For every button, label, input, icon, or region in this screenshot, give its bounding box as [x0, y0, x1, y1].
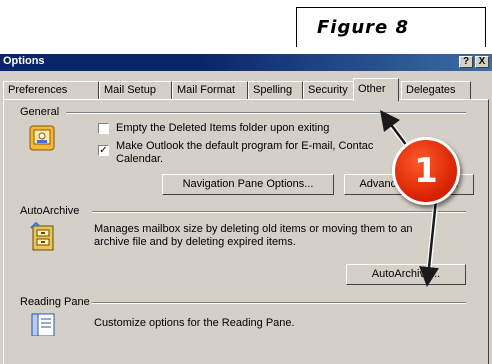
default-program-checkbox[interactable]: ✓ [98, 145, 109, 156]
empty-deleted-label: Empty the Deleted Items folder upon exit… [116, 122, 330, 134]
autoarchive-description-line1: Manages mailbox size by deleting old ite… [94, 223, 413, 235]
tab-strip: Preferences Mail Setup Mail Format Spell… [3, 78, 489, 101]
title-bar[interactable]: Options ? X [0, 54, 492, 71]
general-heading: General [20, 106, 60, 118]
tab-security[interactable]: Security [303, 81, 355, 100]
options-dialog: Options ? X Preferences Mail Setup Mail … [0, 54, 492, 364]
navigation-pane-options-button[interactable]: Navigation Pane Options... [162, 174, 334, 195]
autoarchive-separator [92, 211, 466, 213]
reading-pane-heading: Reading Pane [20, 296, 90, 308]
callout-number: 1 [414, 151, 438, 191]
figure-caption: Figure 8 [317, 17, 410, 38]
autoarchive-icon [30, 222, 54, 251]
autoarchive-heading: AutoArchive [20, 205, 80, 217]
tab-delegates[interactable]: Delegates [401, 81, 471, 100]
tab-preferences[interactable]: Preferences [3, 81, 99, 100]
autoarchive-button[interactable]: AutoArchive... [346, 264, 466, 285]
default-program-label-line1: Make Outlook the default program for E-m… [116, 140, 374, 152]
default-program-label-line2: Calendar. [116, 153, 164, 165]
general-options-icon [29, 125, 55, 151]
window-title: Options [3, 55, 45, 67]
reading-pane-description: Customize options for the Reading Pane. [94, 317, 295, 329]
reading-pane-icon [31, 313, 55, 336]
callout-badge: 1 [392, 137, 460, 205]
tab-mail-setup[interactable]: Mail Setup [99, 81, 172, 100]
tab-mail-format[interactable]: Mail Format [172, 81, 248, 100]
figure-caption-box: Figure 8 [296, 7, 486, 47]
general-separator [66, 112, 466, 114]
tab-other[interactable]: Other [353, 78, 399, 101]
help-button[interactable]: ? [459, 56, 473, 68]
reading-pane-separator [92, 302, 466, 304]
tab-spelling[interactable]: Spelling [248, 81, 303, 100]
close-button[interactable]: X [475, 56, 489, 68]
autoarchive-description-line2: archive file and by deleting expired ite… [94, 236, 296, 248]
empty-deleted-checkbox[interactable] [98, 123, 109, 134]
